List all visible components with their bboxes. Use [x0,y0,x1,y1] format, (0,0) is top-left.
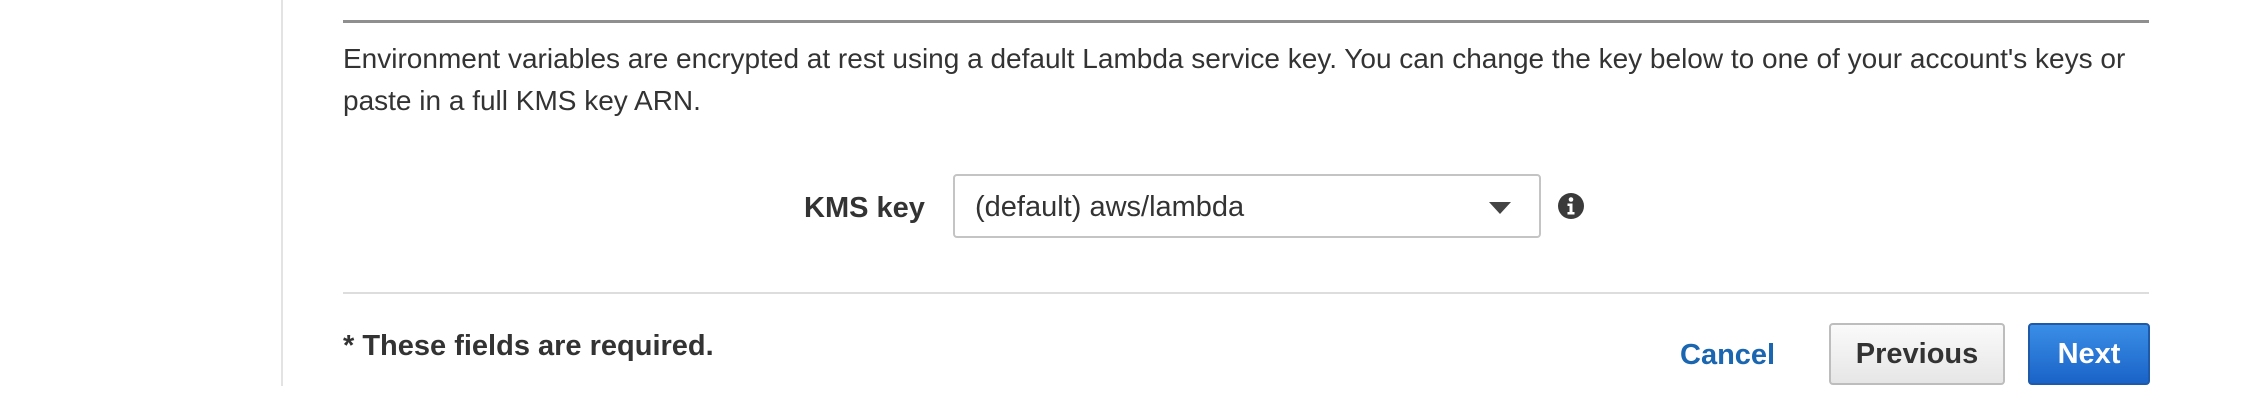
required-fields-note: * These fields are required. [343,330,714,362]
encryption-description: Environment variables are encrypted at r… [343,43,2126,116]
kms-key-row: KMS key (default) aws/lambda [0,174,2254,238]
next-button[interactable]: Next [2028,323,2150,385]
section-divider-bottom [343,292,2149,294]
chevron-down-icon [1489,202,1511,214]
previous-button[interactable]: Previous [1829,323,2005,385]
kms-key-selected-value: (default) aws/lambda [975,191,1245,223]
info-icon[interactable] [1556,191,1586,221]
cancel-button[interactable]: Cancel [1680,335,1775,375]
kms-key-label: KMS key [804,192,925,224]
kms-key-select[interactable]: (default) aws/lambda [953,174,1541,238]
section-divider-top [343,20,2149,23]
lambda-config-page: Environment variables are encrypted at r… [0,0,2254,406]
